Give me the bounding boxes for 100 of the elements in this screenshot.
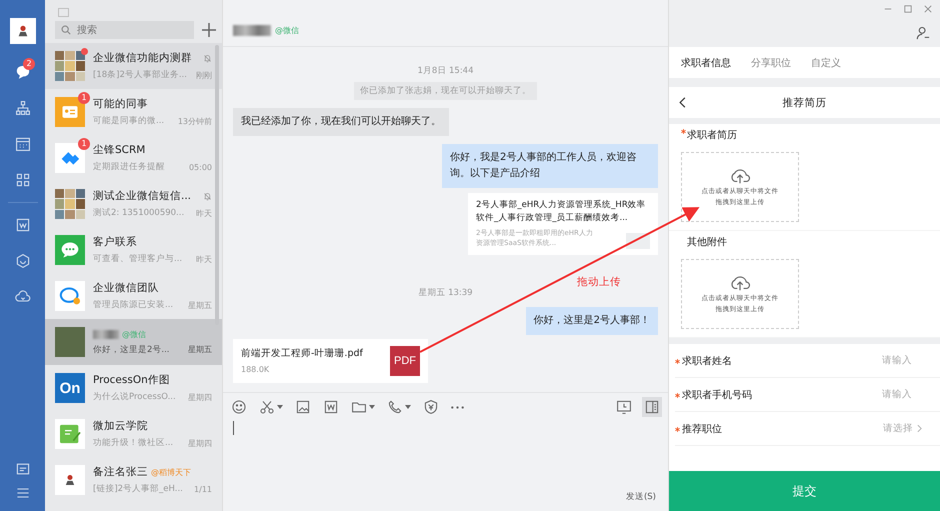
- maximize-icon[interactable]: [904, 5, 912, 13]
- file-size: 188.0K: [241, 365, 270, 374]
- message-preview: 你好，这里是2号...: [93, 344, 170, 356]
- caret-icon: [369, 405, 375, 409]
- grid-icon[interactable]: [14, 172, 30, 188]
- speech-bubble-avatar: [55, 235, 85, 265]
- chat-list-item[interactable]: 1 尘锋SCRM 定期跟进任务提醒 05:00: [45, 135, 222, 181]
- message-time: 昨天: [196, 208, 212, 218]
- message-preview: 为什么说ProcessO...: [93, 391, 176, 403]
- unread-badge: 2: [23, 58, 35, 70]
- unread-badge: 1: [78, 138, 90, 150]
- org-chart-icon[interactable]: [14, 100, 30, 116]
- logo-avatar: On: [55, 373, 85, 403]
- link-title: 2号人事部_eHR人力资源管理系统_HR效率软件_人事行政管理_员工薪酬绩效考...: [476, 199, 647, 224]
- upload-icon: [729, 274, 751, 292]
- photo-placeholder: [55, 327, 85, 357]
- chevron-icon: [917, 424, 922, 433]
- close-icon[interactable]: [924, 5, 932, 13]
- plus-icon: [202, 23, 216, 37]
- search-icon: [61, 25, 71, 35]
- more-icon: [451, 406, 464, 408]
- image-icon: [295, 399, 311, 415]
- chat-list-item[interactable]: 1 可能的同事 可能是同事的微... 13分钟前: [45, 89, 222, 135]
- upload-icon: [729, 167, 751, 185]
- chat-name: 企业微信团队: [93, 281, 159, 295]
- chat-list-item[interactable]: 备注名张三 @稻博天下 [链接]2号人事部_eH... 1/11: [45, 457, 222, 503]
- message-time: 星期四: [188, 392, 212, 402]
- speech-bubble-avatar: [55, 281, 85, 311]
- document-icon[interactable]: [14, 217, 30, 233]
- chat-name: 测试企业微信短信...: [93, 189, 192, 203]
- chat-list-item[interactable]: 微加云学院 功能升级！微社区... 星期四: [45, 411, 222, 457]
- source-tag: @稻博天下: [151, 466, 191, 478]
- shield-icon: [423, 399, 439, 415]
- search-field[interactable]: 搜索: [55, 21, 194, 39]
- message-preview: 功能升级！微社区...: [93, 437, 174, 449]
- chat-name: 备注名张三: [93, 465, 148, 479]
- chat-list-item[interactable]: 企业微信团队 管理员陈源已安装... 星期五: [45, 273, 222, 319]
- scissors-icon: [259, 399, 275, 415]
- chat-list-item[interactable]: 企业微信功能内测群 [18条]2号人事部业务... 刚刚: [45, 43, 222, 89]
- file-name: 前端开发工程师-叶珊珊.pdf: [241, 347, 363, 360]
- user-icon[interactable]: [916, 26, 930, 40]
- panel-title: 推荐简历: [782, 96, 826, 110]
- source-tag: @微信: [122, 328, 146, 340]
- panel-tab[interactable]: 分享职位: [751, 56, 791, 70]
- note-icon[interactable]: [14, 461, 30, 477]
- chat-name: 客户联系: [93, 235, 137, 249]
- chat-name: 企业微信功能内测群: [93, 51, 192, 65]
- chat-name: ProcessOn作图: [93, 373, 170, 387]
- chat-list-item[interactable]: @微信 你好，这里是2号... 星期五: [45, 319, 222, 365]
- field-label: 求职者简历: [687, 128, 737, 142]
- input-field[interactable]: 请输入: [852, 355, 912, 366]
- message-preview: 可查看、管理客户与...: [93, 253, 182, 265]
- sidebar-icon: [644, 399, 660, 415]
- message-time: 05:00: [188, 162, 212, 172]
- message-input[interactable]: [233, 421, 236, 435]
- send-button[interactable]: 发送(S): [626, 491, 656, 503]
- message-preview: [链接]2号人事部_eH...: [93, 483, 183, 495]
- blurred-name: [93, 330, 119, 338]
- unread-badge: 1: [78, 92, 90, 104]
- incoming-message: 我已经添加了你，现在我们可以开始聊天了。: [233, 108, 449, 136]
- profile-avatar[interactable]: [10, 18, 36, 44]
- screen-clock-icon: [616, 399, 632, 415]
- pdf-file-icon: PDF: [390, 346, 420, 376]
- message-preview: [18条]2号人事部业务...: [93, 69, 187, 81]
- panel-tab[interactable]: 求职者信息: [681, 56, 731, 70]
- group-avatar: [55, 51, 85, 81]
- calendar-icon[interactable]: [14, 136, 30, 152]
- message-time: 13分钟前: [178, 116, 212, 126]
- chat-list-item[interactable]: 客户联系 可查看、管理客户与... 昨天: [45, 227, 222, 273]
- source-tag: @微信: [275, 25, 299, 36]
- book-avatar: [55, 419, 85, 449]
- blurred-name: [233, 25, 271, 36]
- phone-icon: [387, 399, 403, 415]
- field-label: 其他附件: [687, 236, 727, 249]
- message-preview: 管理员陈源已安装...: [93, 299, 174, 311]
- chat-name: 可能的同事: [93, 97, 148, 111]
- add-button[interactable]: [202, 23, 216, 37]
- emoji-icon: [231, 399, 247, 415]
- more-button[interactable]: [449, 404, 466, 410]
- message-preview: 可能是同事的微...: [93, 115, 164, 127]
- sidebar-button[interactable]: [642, 397, 662, 417]
- message-time: 星期四: [188, 438, 212, 448]
- message-time: 昨天: [196, 254, 212, 264]
- file-card[interactable]: 前端开发工程师-叶珊珊.pdf 188.0K PDF: [233, 338, 428, 382]
- message-time: 星期五: [188, 300, 212, 310]
- back-icon[interactable]: [679, 97, 686, 108]
- chat-list-item[interactable]: On ProcessOn作图 为什么说ProcessO... 星期四: [45, 365, 222, 411]
- message-time: 刚刚: [196, 70, 212, 80]
- message-preview: 定期跟进任务提醒: [93, 161, 165, 173]
- panel-tab[interactable]: 自定义: [811, 56, 841, 70]
- logo-avatar: [55, 465, 85, 495]
- outgoing-message: 你好，我是2号人事部的工作人员，欢迎咨询。以下是产品介绍: [442, 144, 658, 188]
- caret-icon: [277, 405, 283, 409]
- chat-list-item[interactable]: 测试企业微信短信... 测试2: 1351000590... 昨天: [45, 181, 222, 227]
- system-message: 你已添加了张志娟，现在可以开始聊天了。: [354, 82, 537, 100]
- chat-name: 尘锋SCRM: [93, 143, 146, 157]
- message-time: 星期五: [188, 344, 212, 355]
- group-avatar: [55, 189, 85, 219]
- input-field[interactable]: 请输入: [852, 389, 912, 400]
- chat-name: 微加云学院: [93, 419, 148, 433]
